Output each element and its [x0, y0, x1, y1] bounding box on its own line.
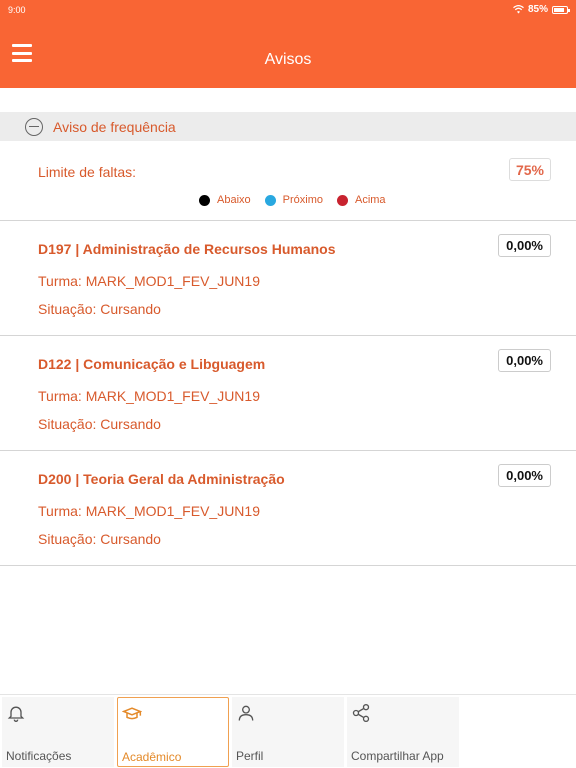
tab-academico[interactable]: Acadêmico: [117, 697, 229, 767]
course-name: D197 | Administração de Recursos Humanos: [38, 241, 336, 257]
legend-item-above: Acima: [336, 194, 386, 206]
legend-dot-icon: [336, 194, 348, 206]
course-absence-percent: 0,00%: [498, 349, 551, 372]
course-name: D200 | Teoria Geral da Administração: [38, 471, 285, 487]
legend-dot-icon: [264, 194, 276, 206]
person-icon: [238, 705, 254, 721]
course-item[interactable]: D122 | Comunicação e Libguagem 0,00% Tur…: [0, 336, 576, 451]
legend-label: Próximo: [282, 194, 323, 206]
share-icon: [352, 704, 370, 722]
battery-icon: [552, 5, 570, 14]
status-indicators: 85%: [513, 4, 570, 15]
course-status: Situação: Cursando: [38, 301, 161, 317]
collapse-minus-icon[interactable]: [25, 117, 43, 136]
wifi-icon: [513, 5, 524, 14]
legend: Abaixo Próximo Acima: [199, 194, 400, 206]
tab-label: Notificações: [6, 749, 72, 763]
tab-label: Acadêmico: [122, 750, 182, 764]
battery-fill: [554, 7, 565, 12]
course-item[interactable]: D200 | Teoria Geral da Administração 0,0…: [0, 451, 576, 566]
legend-dot-icon: [199, 194, 210, 206]
course-class: Turma: MARK_MOD1_FEV_JUN19: [38, 503, 260, 519]
app-header: 9:00 85% Avisos: [0, 0, 576, 88]
absence-limit-badge: 75%: [508, 158, 551, 181]
legend-item-near: Próximo: [264, 194, 323, 206]
legend-item-below: Abaixo: [199, 194, 251, 206]
battery-percent: 85%: [527, 4, 548, 15]
section-title: Aviso de frequência: [53, 118, 176, 135]
tab-compartilhar-app[interactable]: Compartilhar App: [347, 697, 459, 767]
course-name: D122 | Comunicação e Libguagem: [38, 356, 266, 372]
tab-notificacoes[interactable]: Notificações: [2, 697, 114, 767]
course-absence-percent: 0,00%: [498, 234, 551, 257]
absence-limit-label: Limite de faltas:: [38, 164, 137, 180]
course-item[interactable]: D197 | Administração de Recursos Humanos…: [0, 221, 576, 336]
bottom-tab-bar: Notificações Acadêmico Perfil Compartilh…: [0, 694, 576, 768]
legend-label: Acima: [354, 194, 386, 206]
status-time: 9:00: [8, 5, 26, 15]
tab-label: Perfil: [236, 749, 264, 763]
course-status: Situação: Cursando: [38, 531, 161, 547]
absence-limit-row: Limite de faltas: 75% Abaixo Próximo Aci…: [0, 141, 576, 221]
menu-line: [12, 44, 32, 47]
course-absence-percent: 0,00%: [498, 464, 551, 487]
legend-label: Abaixo: [217, 194, 251, 206]
course-status: Situação: Cursando: [38, 416, 161, 432]
tab-label: Compartilhar App: [351, 749, 444, 763]
page-title: Avisos: [264, 51, 312, 68]
bell-icon: [7, 706, 25, 722]
section-header-frequency[interactable]: Aviso de frequência: [0, 112, 576, 141]
course-class: Turma: MARK_MOD1_FEV_JUN19: [38, 388, 260, 404]
course-class: Turma: MARK_MOD1_FEV_JUN19: [38, 273, 260, 289]
graduation-cap-icon: [122, 707, 142, 720]
tab-perfil[interactable]: Perfil: [232, 697, 344, 767]
